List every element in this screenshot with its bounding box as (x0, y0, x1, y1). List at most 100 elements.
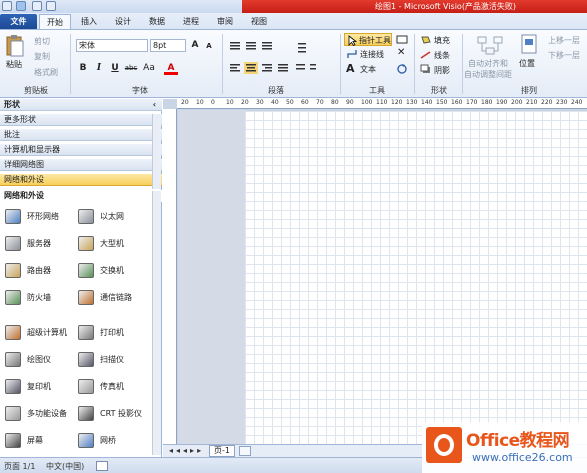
section-computers[interactable]: 计算机和显示器 (0, 144, 162, 156)
close-x-icon[interactable]: ✕ (397, 47, 405, 58)
shape-icon (5, 209, 21, 224)
shadow-button[interactable]: 阴影 (434, 65, 450, 76)
insert-page-icon[interactable] (239, 446, 251, 456)
copy-button[interactable]: 复制 (34, 51, 50, 62)
cut-button[interactable]: 剪切 (34, 36, 50, 47)
strikethrough-button[interactable]: abc (122, 62, 140, 75)
send-backward-button[interactable]: 下移一层 (548, 50, 580, 61)
auto-align-button[interactable]: 自动对齐和 (468, 58, 508, 69)
tab-process[interactable]: 进程 (176, 14, 206, 29)
shape-label: 扫描仪 (100, 355, 124, 364)
format-painter-button[interactable]: 格式刷 (34, 67, 58, 78)
title-bar: 绘图1 - Microsoft Visio(产品激活失败) (0, 0, 587, 13)
tab-view[interactable]: 视图 (244, 14, 274, 29)
shape-icon (5, 263, 21, 278)
tab-file[interactable]: 文件 (0, 14, 37, 29)
section-more-shapes[interactable]: 更多形状 (0, 114, 162, 126)
bring-forward-button[interactable]: 上移一层 (548, 35, 580, 46)
ruler-label: 20 (181, 99, 189, 106)
save-icon[interactable] (2, 1, 12, 11)
shadow-icon[interactable] (420, 64, 432, 74)
connector-button[interactable]: 连接线 (360, 49, 384, 60)
shape-label: 路由器 (27, 266, 51, 275)
ruler-label: 100 (361, 99, 373, 106)
horizontal-ruler: 20 10 0 10 20 30 40 50 60 70 80 90 100 110 120 130 140 15… (177, 99, 587, 109)
shape-icon (5, 236, 21, 251)
ruler-label: 70 (316, 99, 324, 106)
drawing-page[interactable] (245, 111, 587, 444)
rotate-icon[interactable] (396, 63, 408, 75)
paste-icon[interactable] (5, 34, 25, 58)
change-case-button[interactable]: Aa (140, 62, 158, 75)
paragraph-align-icons[interactable] (228, 40, 318, 80)
shape-icon (78, 379, 94, 394)
tab-review[interactable]: 审阅 (210, 14, 240, 29)
ruler-label: 50 (286, 99, 294, 106)
pointer-tool-button[interactable]: 指针工具 (344, 33, 392, 46)
tab-design[interactable]: 设计 (108, 14, 138, 29)
tab-home[interactable]: 开始 (39, 14, 71, 29)
auto-align-icon[interactable] (476, 35, 506, 57)
ruler-label: 80 (331, 99, 339, 106)
page-tab-1[interactable]: 页-1 (209, 445, 235, 457)
ruler-label: 30 (256, 99, 264, 106)
fill-button[interactable]: 填充 (434, 35, 450, 46)
shape-label: 以太网 (100, 212, 124, 221)
rectangle-tool-icon[interactable] (396, 35, 410, 44)
shape-icon (5, 290, 21, 305)
paste-label[interactable]: 粘贴 (6, 59, 22, 70)
connector-icon[interactable] (347, 49, 357, 59)
tab-data[interactable]: 数据 (142, 14, 172, 29)
ruler-label: 40 (271, 99, 279, 106)
ribbon-tabs: 文件 开始 插入 设计 数据 进程 审阅 视图 (0, 13, 587, 30)
position-icon[interactable] (521, 34, 537, 54)
tab-insert[interactable]: 插入 (74, 14, 104, 29)
shape-label: 防火墙 (27, 293, 51, 302)
text-tool-icon[interactable]: A (346, 62, 355, 75)
shape-label: 服务器 (27, 239, 51, 248)
ruler-label: 10 (196, 99, 204, 106)
section-comments[interactable]: 批注 (0, 129, 162, 141)
bold-button[interactable]: B (76, 62, 90, 75)
shape-icon (78, 325, 94, 340)
italic-button[interactable]: I (92, 62, 106, 75)
auto-space-button[interactable]: 自动调整间距 (464, 69, 512, 80)
ruler-label: 200 (511, 99, 523, 106)
underline-button[interactable]: U (108, 62, 122, 75)
fill-icon[interactable] (420, 35, 432, 45)
shape-icon (5, 379, 21, 394)
grow-font-button[interactable]: A (188, 39, 202, 52)
font-family-select[interactable]: 宋体 (76, 39, 148, 52)
position-button[interactable]: 位置 (519, 58, 535, 69)
redo-icon[interactable] (46, 1, 56, 11)
font-size-select[interactable]: 8pt (150, 39, 186, 52)
section-detailed-network[interactable]: 详细网络图 (0, 159, 162, 171)
undo-icon[interactable] (32, 1, 42, 11)
macro-icon[interactable] (96, 461, 108, 471)
shape-icon (78, 406, 94, 421)
shapes-pane: 形状 ‹ 更多形状 批注 计算机和显示器 详细网络图 网络和外设 网络和外设 环形… (0, 99, 162, 457)
sections-scrollbar[interactable] (152, 114, 161, 189)
shape-label: 多功能设备 (27, 409, 67, 418)
line-button[interactable]: 线条 (434, 50, 450, 61)
page-nav-icons[interactable]: ◂◂◂▸▸ (169, 446, 204, 455)
arrange-group-label: 排列 (521, 86, 537, 95)
font-color-button[interactable]: A (164, 62, 178, 75)
shape-label: CRT 投影仪 (100, 409, 142, 418)
shape-group-label: 形状 (431, 86, 447, 95)
line-icon[interactable] (420, 50, 432, 60)
shrink-font-button[interactable]: A (202, 40, 216, 53)
text-tool-button[interactable]: 文本 (360, 64, 376, 75)
stencil-scrollbar[interactable] (152, 191, 161, 455)
ruler-label: 10 (226, 99, 234, 106)
ruler-label: 190 (496, 99, 508, 106)
collapse-pane-icon[interactable]: ‹ (153, 99, 156, 111)
office-logo-icon (426, 427, 462, 463)
status-page: 页面 1/1 (4, 462, 36, 471)
ribbon: 粘贴 剪切 复制 格式刷 剪贴板 宋体 8pt A A B I U abc Aa… (0, 30, 587, 98)
section-network-peripherals[interactable]: 网络和外设 (0, 174, 162, 186)
ruler-label: 90 (346, 99, 354, 106)
clipboard-group-label: 剪贴板 (24, 86, 48, 95)
status-language[interactable]: 中文(中国) (46, 461, 84, 472)
shape-label: 打印机 (100, 328, 124, 337)
